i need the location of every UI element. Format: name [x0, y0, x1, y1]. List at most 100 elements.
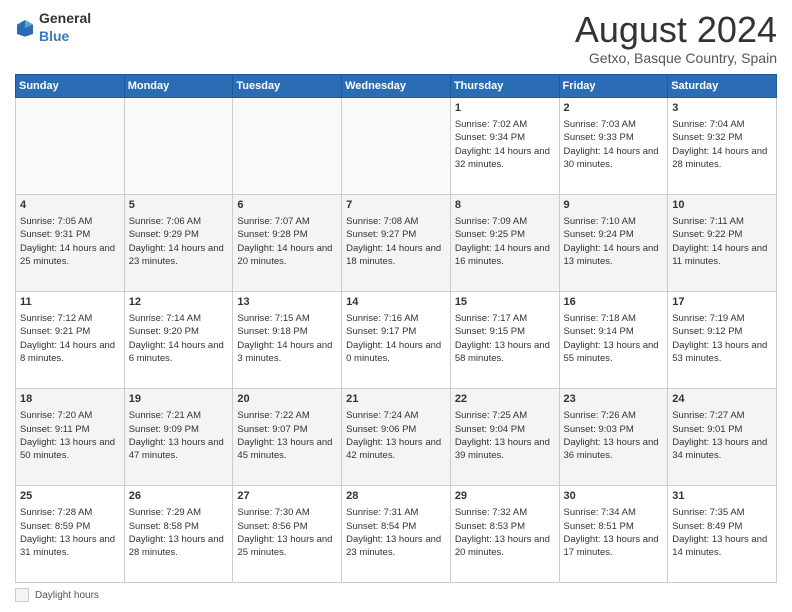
cell-content: Sunset: 9:32 PM [672, 131, 772, 144]
cell-content: Sunset: 8:51 PM [564, 520, 664, 533]
cell-content: Sunrise: 7:20 AM [20, 409, 120, 422]
day-number: 21 [346, 392, 446, 407]
day-number: 16 [564, 295, 664, 310]
cell-content: Daylight: 13 hours and 20 minutes. [455, 533, 555, 560]
cell-content: Sunset: 9:01 PM [672, 423, 772, 436]
daylight-label: Daylight hours [35, 590, 99, 601]
cell-content: Sunrise: 7:07 AM [237, 215, 337, 228]
cell-content: Daylight: 14 hours and 23 minutes. [129, 242, 229, 269]
cell-content: Sunrise: 7:06 AM [129, 215, 229, 228]
cell-content: Sunrise: 7:30 AM [237, 506, 337, 519]
calendar-header-sunday: Sunday [16, 74, 125, 97]
cell-content: Sunrise: 7:09 AM [455, 215, 555, 228]
subtitle: Getxo, Basque Country, Spain [575, 50, 777, 66]
day-number: 2 [564, 101, 664, 116]
cell-content: Daylight: 13 hours and 14 minutes. [672, 533, 772, 560]
cell-content: Sunrise: 7:12 AM [20, 312, 120, 325]
cell-content: Sunrise: 7:19 AM [672, 312, 772, 325]
day-number: 25 [20, 489, 120, 504]
cell-content: Sunrise: 7:25 AM [455, 409, 555, 422]
calendar-week-4: 18Sunrise: 7:20 AMSunset: 9:11 PMDayligh… [16, 388, 777, 485]
calendar-cell-3-2: 12Sunrise: 7:14 AMSunset: 9:20 PMDayligh… [124, 291, 233, 388]
calendar-cell-4-2: 19 Sunrise: 7:21 AMSunset: 9:09 PMDayligh… [124, 388, 233, 485]
cell-content: Sunrise: 7:03 AM [564, 118, 664, 131]
calendar-cell-3-4: 14Sunrise: 7:16 AMSunset: 9:17 PMDayligh… [342, 291, 451, 388]
day-number: 29 [455, 489, 555, 504]
calendar-cell-5-4: 28Sunrise: 7:31 AMSunset: 8:54 PMDayligh… [342, 485, 451, 582]
cell-content: Daylight: 13 hours and 47 minutes. [129, 436, 229, 463]
cell-content: Sunset: 9:03 PM [564, 423, 664, 436]
cell-content: Sunset: 9:17 PM [346, 325, 446, 338]
cell-content: Sunset: 9:20 PM [129, 325, 229, 338]
calendar-cell-4-6: 23Sunrise: 7:26 AMSunset: 9:03 PMDayligh… [559, 388, 668, 485]
cell-content: Sunrise: 7:05 AM [20, 215, 120, 228]
cell-content: Sunrise: 7:32 AM [455, 506, 555, 519]
logo-icon [15, 18, 35, 38]
day-number: 19 [129, 392, 229, 407]
calendar-cell-4-1: 18Sunrise: 7:20 AMSunset: 9:11 PMDayligh… [16, 388, 125, 485]
calendar-cell-4-5: 22Sunrise: 7:25 AMSunset: 9:04 PMDayligh… [450, 388, 559, 485]
day-number: 3 [672, 101, 772, 116]
cell-content: Sunset: 8:56 PM [237, 520, 337, 533]
day-number: 26 [129, 489, 229, 504]
cell-content: Sunset: 9:34 PM [455, 131, 555, 144]
calendar-header-tuesday: Tuesday [233, 74, 342, 97]
calendar-header-friday: Friday [559, 74, 668, 97]
calendar-week-2: 4Sunrise: 7:05 AMSunset: 9:31 PMDaylight… [16, 194, 777, 291]
calendar-header-thursday: Thursday [450, 74, 559, 97]
calendar-week-3: 11 Sunrise: 7:12 AMSunset: 9:21 PM Dayligh… [16, 291, 777, 388]
cell-content: Sunset: 9:21 PM [20, 325, 120, 338]
cell-content: Daylight: 14 hours and 25 minutes. [20, 242, 120, 269]
cell-content: Sunset: 9:28 PM [237, 228, 337, 241]
cell-content: Sunrise: 7:27 AM [672, 409, 772, 422]
calendar-header-saturday: Saturday [668, 74, 777, 97]
calendar-cell-3-3: 13Sunrise: 7:15 AMSunset: 9:18 PMDayligh… [233, 291, 342, 388]
cell-content: Sunrise: 7:34 AM [564, 506, 664, 519]
calendar-week-5: 25Sunrise: 7:28 AMSunset: 8:59 PMDayligh… [16, 485, 777, 582]
day-number: 27 [237, 489, 337, 504]
calendar-cell-2-6: 9Sunrise: 7:10 AMSunset: 9:24 PMDaylight… [559, 194, 668, 291]
day-number: 28 [346, 489, 446, 504]
cell-content: Sunrise: 7:26 AM [564, 409, 664, 422]
calendar-cell-2-1: 4Sunrise: 7:05 AMSunset: 9:31 PMDaylight… [16, 194, 125, 291]
day-number: 22 [455, 392, 555, 407]
cell-content: Sunset: 9:33 PM [564, 131, 664, 144]
cell-content: Sunrise: 7:11 AM [672, 215, 772, 228]
cell-content: Sunrise: 7:21 AM [129, 409, 229, 422]
cell-content: Sunset: 8:53 PM [455, 520, 555, 533]
cell-content: Daylight: 13 hours and 23 minutes. [346, 533, 446, 560]
cell-content: Sunrise: 7:31 AM [346, 506, 446, 519]
calendar-cell-5-5: 29 Sunrise: 7:32 AMSunset: 8:53 PMDayligh… [450, 485, 559, 582]
day-number: 30 [564, 489, 664, 504]
day-number: 17 [672, 295, 772, 310]
cell-content: Sunset: 9:09 PM [129, 423, 229, 436]
day-number: 18 [20, 392, 120, 407]
cell-content: Sunrise: 7:29 AM [129, 506, 229, 519]
day-number: 8 [455, 198, 555, 213]
cell-content: Sunrise: 7:35 AM [672, 506, 772, 519]
cell-content: Daylight: 14 hours and 28 minutes. [672, 145, 772, 172]
calendar-cell-1-3 [233, 97, 342, 194]
day-number: 24 [672, 392, 772, 407]
cell-content: Daylight: 13 hours and 53 minutes. [672, 339, 772, 366]
cell-content: Sunset: 9:31 PM [20, 228, 120, 241]
calendar-cell-2-5: 8Sunrise: 7:09 AMSunset: 9:25 PMDaylight… [450, 194, 559, 291]
calendar-cell-5-2: 26Sunrise: 7:29 AMSunset: 8:58 PMDayligh… [124, 485, 233, 582]
cell-content: Daylight: 13 hours and 45 minutes. [237, 436, 337, 463]
cell-content: Daylight: 14 hours and 0 minutes. [346, 339, 446, 366]
day-number: 31 [672, 489, 772, 504]
calendar-header-wednesday: Wednesday [342, 74, 451, 97]
calendar-cell-3-6: 16Sunrise: 7:18 AMSunset: 9:14 PMDayligh… [559, 291, 668, 388]
cell-content: Daylight: 13 hours and 28 minutes. [129, 533, 229, 560]
header: General Blue August 2024 Getxo, Basque C… [15, 10, 777, 66]
calendar-week-1: 1Sunrise: 7:02 AMSunset: 9:34 PMDaylight… [16, 97, 777, 194]
cell-content: Sunset: 8:59 PM [20, 520, 120, 533]
calendar-header-monday: Monday [124, 74, 233, 97]
calendar-cell-2-3: 6Sunrise: 7:07 AMSunset: 9:28 PMDaylight… [233, 194, 342, 291]
cell-content: Sunset: 9:15 PM [455, 325, 555, 338]
day-number: 7 [346, 198, 446, 213]
calendar-cell-3-7: 17Sunrise: 7:19 AMSunset: 9:12 PMDayligh… [668, 291, 777, 388]
cell-content: Sunrise: 7:17 AM [455, 312, 555, 325]
day-number: 5 [129, 198, 229, 213]
day-number: 11 [20, 295, 120, 310]
